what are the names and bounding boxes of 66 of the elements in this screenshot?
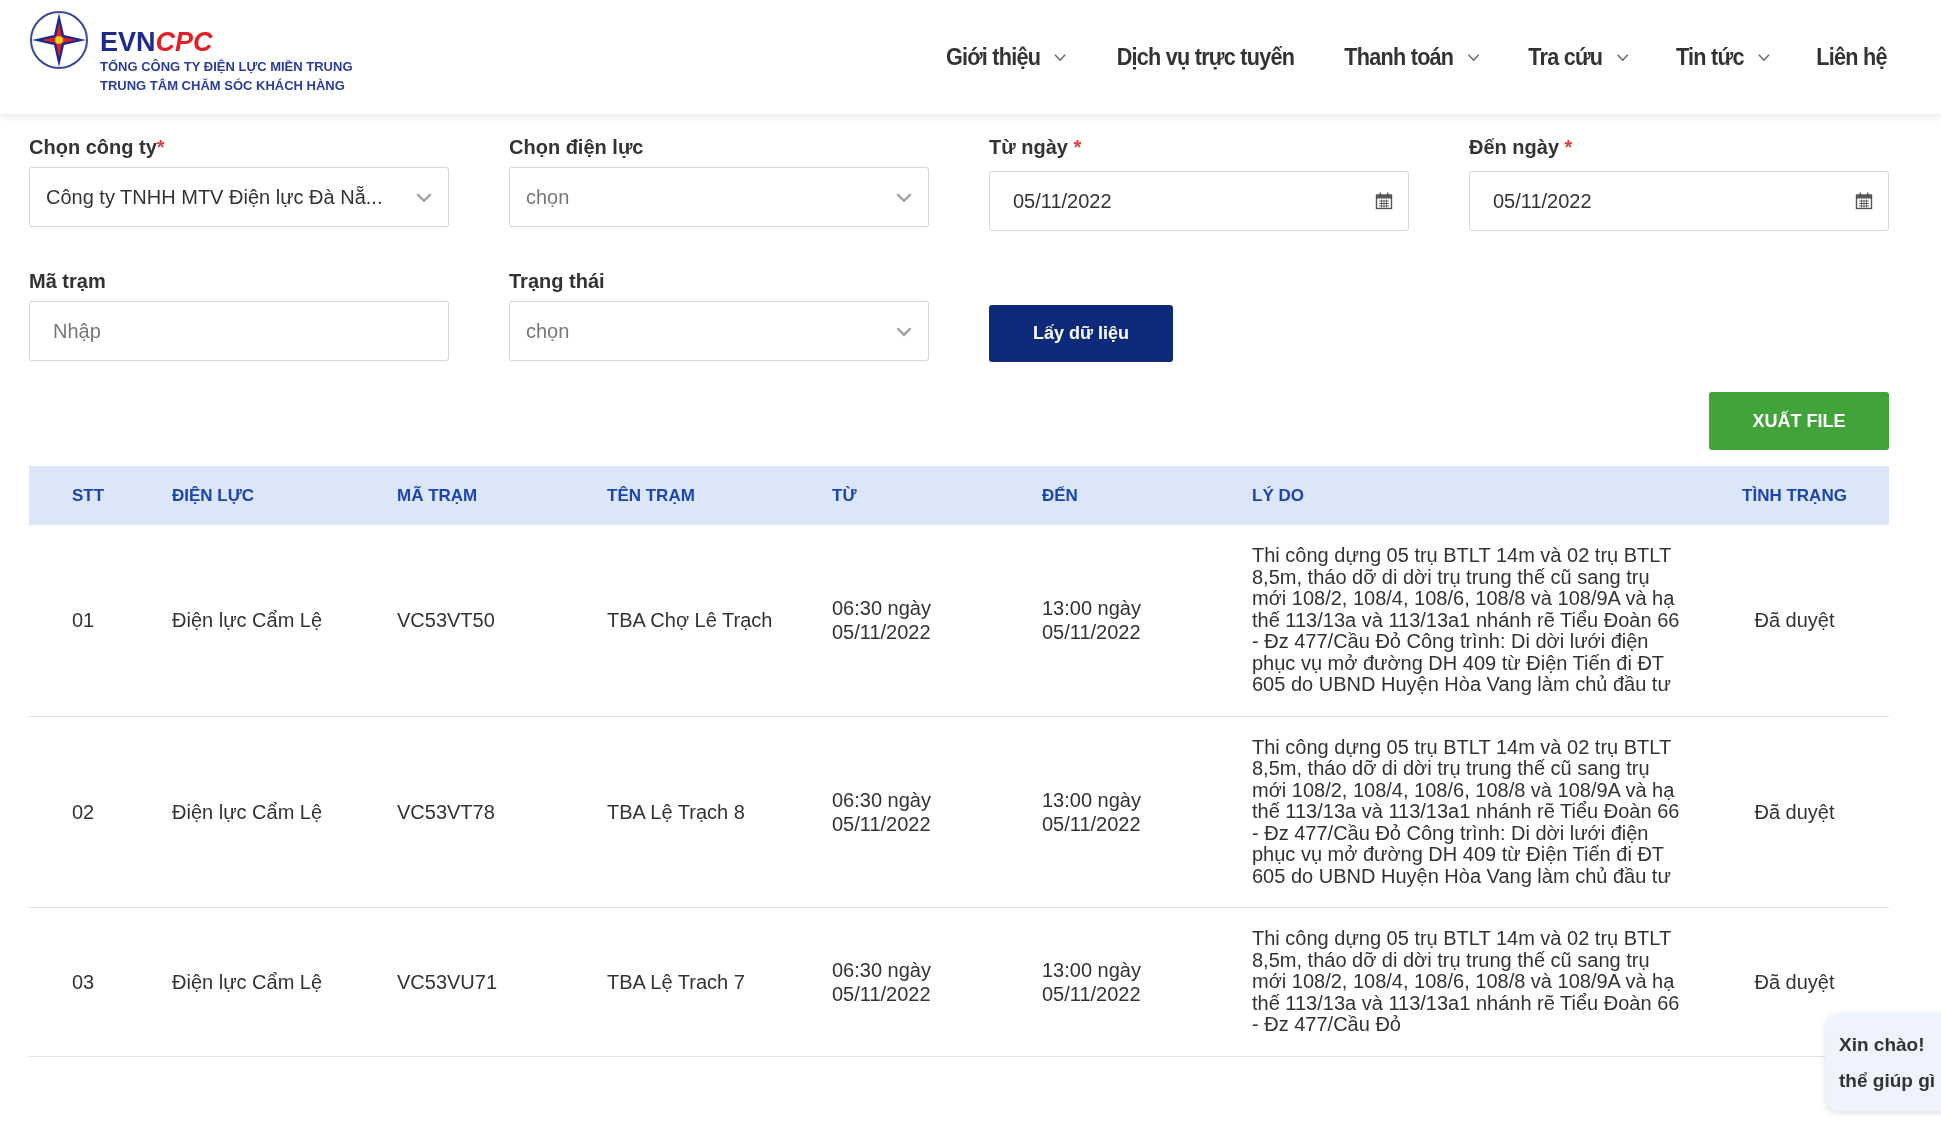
chevron-down-icon [1053,52,1068,62]
nav-link[interactable]: Tra cứu [1528,43,1630,71]
field-label: Chọn điện lực [509,135,645,159]
table-cell-text: VC53VT50 [397,608,496,633]
column-header: LÝ DO [1252,484,1305,507]
field-label: Đến ngày * [1469,135,1574,159]
field-label: Từ ngày * [989,135,1083,159]
table-cell-text: Điện lực Cẩm Lệ [172,799,324,824]
table-cell-text: 02 [71,799,96,824]
calendar-icon [1375,192,1393,210]
column-header: MÃ TRẠM [397,485,479,506]
chevron-down-icon [1466,52,1481,62]
table-cell-text: Đã duyệt [1753,969,1836,994]
date-field[interactable]: 05/11/2022 [989,171,1409,231]
table-cell-text: 03 [71,969,96,994]
chevron-down-icon [415,192,433,203]
column-header: ĐIỆN LỰC [172,485,256,506]
column-header: TÊN TRẠM [607,485,696,506]
logo-icon [28,9,90,71]
nav-link[interactable]: Giới thiệu [946,43,1068,71]
brand-logo: EVNCPC [100,27,213,57]
select-field[interactable]: chọn [509,167,929,227]
table-cell-text: Thi công dựng 05 trụ BTLT 14m và 02 trụ BTLT 8,5m, tháo dỡ di dời trụ trung thế cũ sang trụ mới 108/2, 108/4, 108/6, 108/8 và 108/9A và hạ thế 113/13a và 113/13a1 nhánh rẽ Tiểu Đoàn 66 - Đz 477/Cầu Đỏ Công trình: Di dời lưới điện phục vụ mở đường DH 409 từ Điện Tiến đi ĐT 605 do UBND Huyện Hòa Vang làm chủ đầu tư [1252,545,1681,696]
fetch-data-button[interactable]: Lấy dữ liệu [989,305,1173,362]
table-cell-text: Thi công dựng 05 trụ BTLT 14m và 02 trụ BTLT 8,5m, tháo dỡ di dời trụ trung thế cũ sang trụ mới 108/2, 108/4, 108/6, 108/8 và 108/9A và hạ thế 113/13a và 113/13a1 nhánh rẽ Tiểu Đoàn 66 - Đz 477/Cầu Đỏ Công trình: Di dời lưới điện phục vụ mở đường DH 409 từ Điện Tiến đi ĐT 605 do UBND Huyện Hòa Vang làm chủ đầu tư [1252,736,1681,887]
input-field[interactable]: Nhập [29,301,449,361]
chevron-down-icon [895,326,913,337]
field-label: Trạng thái [509,269,606,293]
table-cell-text: VC53VT78 [397,799,496,824]
table-cell-text: Đã duyệt [1753,608,1836,633]
chevron-down-icon [1615,52,1630,62]
chat-text: Xin chào! [1839,1033,1926,1057]
company-name: TỔNG CÔNG TY ĐIỆN LỰC MIỀN TRUNG [100,58,353,76]
nav-link[interactable]: Thanh toán [1344,43,1481,71]
nav-link[interactable]: Liên hệ [1816,43,1887,71]
table-cell-text: 06:30 ngày 05/11/2022 [832,596,932,645]
column-header: TÌNH TRẠNG [1741,485,1848,506]
table-cell-text: 13:00 ngày 05/11/2022 [1042,957,1142,1006]
chevron-down-icon [1756,52,1772,62]
column-header: STT [71,485,106,506]
table-cell-text: VC53VU71 [397,969,499,994]
select-field[interactable]: chọn [509,301,929,361]
table-cell-text: Thi công dựng 05 trụ BTLT 14m và 02 trụ BTLT 8,5m, tháo dỡ di dời trụ trung thế cũ sang trụ mới 108/2, 108/4, 108/6, 108/8 và 108/9A và hạ thế 113/13a và 113/13a1 nhánh rẽ Tiểu Đoàn 66 - Đz 477/Cầu Đỏ [1252,928,1681,1036]
table-cell-text: Điện lực Cẩm Lệ [172,608,324,633]
table-cell-text: 01 [71,608,96,633]
field-label: Mã trạm [29,269,107,293]
date-field[interactable]: 05/11/2022 [1469,171,1889,231]
chat-text: thể giúp gì [1839,1069,1937,1093]
column-header: TỪ [832,485,858,506]
table-cell-text: Đã duyệt [1753,799,1836,824]
company-subtitle: TRUNG TÂM CHĂM SÓC KHÁCH HÀNG [100,77,346,95]
chevron-down-icon [895,192,913,203]
select-field[interactable]: Công ty TNHH MTV Điện lực Đà Nẵ... [29,167,449,227]
table-cell-text: TBA Lệ Trach 7 [607,969,746,994]
table-cell-text: 06:30 ngày 05/11/2022 [832,787,932,836]
nav-link[interactable]: Tin tức [1676,43,1772,71]
field-label: Chọn công ty* [29,135,166,159]
table-cell-text: TBA Lệ Trạch 8 [607,799,746,824]
table-cell-text: 06:30 ngày 05/11/2022 [832,957,932,1006]
column-header: ĐẾN [1042,485,1079,506]
table-cell-text: 13:00 ngày 05/11/2022 [1042,596,1142,645]
table-cell-text: 13:00 ngày 05/11/2022 [1042,787,1142,836]
table-cell-text: TBA Chợ Lê Trạch [607,608,774,633]
calendar-icon [1855,192,1873,210]
table-cell-text: Điện lực Cẩm Lệ [172,969,324,994]
nav-link[interactable]: Dịch vụ trực tuyến [1117,43,1295,71]
